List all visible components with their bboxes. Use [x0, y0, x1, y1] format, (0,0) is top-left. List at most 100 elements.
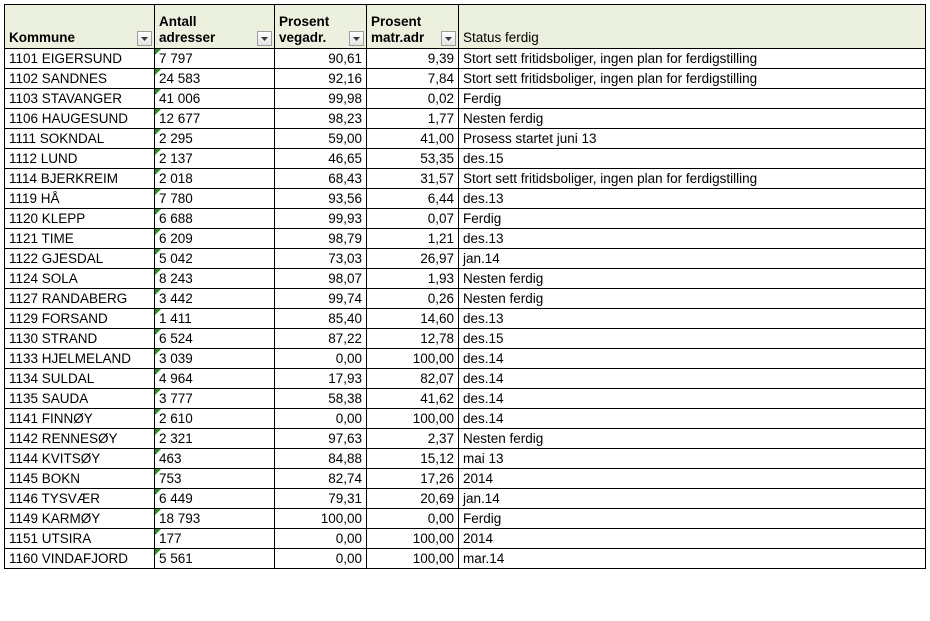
cell-matradr: 20,69 [367, 489, 459, 509]
cell-matradr: 31,57 [367, 169, 459, 189]
cell-kommune: 1144 KVITSØY [5, 449, 155, 469]
cell-kommune: 1121 TIME [5, 229, 155, 249]
cell-vegadr: 98,07 [275, 269, 367, 289]
cell-matradr: 0,02 [367, 89, 459, 109]
cell-vegadr: 58,38 [275, 389, 367, 409]
kommune-table: Kommune Antall adresser Prosent vegadr. … [4, 4, 926, 569]
cell-kommune: 1119 HÅ [5, 189, 155, 209]
cell-status: des.14 [459, 349, 926, 369]
cell-status: des.13 [459, 189, 926, 209]
cell-vegadr: 99,74 [275, 289, 367, 309]
cell-antall: 7 797 [155, 49, 275, 69]
table-row: 1134 SULDAL4 96417,9382,07des.14 [5, 369, 926, 389]
cell-antall: 3 039 [155, 349, 275, 369]
col-header-matradr: Prosent matr.adr [367, 5, 459, 49]
table-row: 1144 KVITSØY46384,8815,12 mai 13 [5, 449, 926, 469]
filter-button-antall[interactable] [257, 31, 272, 46]
cell-matradr: 82,07 [367, 369, 459, 389]
table-row: 1133 HJELMELAND3 0390,00100,00des.14 [5, 349, 926, 369]
table-row: 1101 EIGERSUND7 79790,619,39Stort sett f… [5, 49, 926, 69]
cell-kommune: 1122 GJESDAL [5, 249, 155, 269]
table-header-row: Kommune Antall adresser Prosent vegadr. … [5, 5, 926, 49]
cell-status: Stort sett fritidsboliger, ingen plan fo… [459, 49, 926, 69]
cell-status: des.13 [459, 229, 926, 249]
chevron-down-icon [141, 37, 148, 41]
cell-kommune: 1102 SANDNES [5, 69, 155, 89]
cell-kommune: 1149 KARMØY [5, 509, 155, 529]
cell-antall: 12 677 [155, 109, 275, 129]
cell-vegadr: 79,31 [275, 489, 367, 509]
cell-status: mai 13 [459, 449, 926, 469]
cell-vegadr: 73,03 [275, 249, 367, 269]
cell-antall: 2 321 [155, 429, 275, 449]
cell-vegadr: 97,63 [275, 429, 367, 449]
cell-antall: 6 688 [155, 209, 275, 229]
col-header-status: Status ferdig [459, 5, 926, 49]
cell-kommune: 1103 STAVANGER [5, 89, 155, 109]
cell-kommune: 1151 UTSIRA [5, 529, 155, 549]
col-header-label: Antall adresser [159, 14, 270, 46]
cell-antall: 8 243 [155, 269, 275, 289]
cell-vegadr: 17,93 [275, 369, 367, 389]
cell-matradr: 0,00 [367, 509, 459, 529]
cell-antall: 753 [155, 469, 275, 489]
cell-kommune: 1101 EIGERSUND [5, 49, 155, 69]
table-row: 1141 FINNØY2 6100,00100,00des.14 [5, 409, 926, 429]
cell-antall: 2 018 [155, 169, 275, 189]
cell-matradr: 6,44 [367, 189, 459, 209]
cell-status: des.14 [459, 369, 926, 389]
cell-antall: 463 [155, 449, 275, 469]
cell-matradr: 41,62 [367, 389, 459, 409]
cell-matradr: 1,77 [367, 109, 459, 129]
cell-antall: 3 777 [155, 389, 275, 409]
cell-antall: 2 137 [155, 149, 275, 169]
cell-matradr: 100,00 [367, 409, 459, 429]
col-header-kommune: Kommune [5, 5, 155, 49]
cell-antall: 177 [155, 529, 275, 549]
table-body: 1101 EIGERSUND7 79790,619,39Stort sett f… [5, 49, 926, 569]
cell-vegadr: 99,98 [275, 89, 367, 109]
cell-matradr: 41,00 [367, 129, 459, 149]
table-row: 1121 TIME6 20998,791,21des.13 [5, 229, 926, 249]
cell-kommune: 1134 SULDAL [5, 369, 155, 389]
cell-kommune: 1130 STRAND [5, 329, 155, 349]
cell-matradr: 0,26 [367, 289, 459, 309]
cell-kommune: 1129 FORSAND [5, 309, 155, 329]
cell-status: Ferdig [459, 89, 926, 109]
filter-button-kommune[interactable] [137, 31, 152, 46]
table-row: 1160 VINDAFJORD5 5610,00100,00mar.14 [5, 549, 926, 569]
cell-kommune: 1160 VINDAFJORD [5, 549, 155, 569]
cell-matradr: 2,37 [367, 429, 459, 449]
cell-status: mar.14 [459, 549, 926, 569]
cell-status: Ferdig [459, 509, 926, 529]
cell-vegadr: 92,16 [275, 69, 367, 89]
cell-matradr: 100,00 [367, 549, 459, 569]
cell-matradr: 9,39 [367, 49, 459, 69]
cell-vegadr: 93,56 [275, 189, 367, 209]
col-header-label: Kommune [9, 30, 93, 46]
table-row: 1146 TYSVÆR6 44979,3120,69jan.14 [5, 489, 926, 509]
filter-button-matradr[interactable] [441, 31, 456, 46]
table-row: 1102 SANDNES24 58392,167,84Stort sett fr… [5, 69, 926, 89]
cell-status: jan.14 [459, 489, 926, 509]
cell-antall: 7 780 [155, 189, 275, 209]
cell-vegadr: 0,00 [275, 349, 367, 369]
cell-status: jan.14 [459, 249, 926, 269]
cell-kommune: 1127 RANDABERG [5, 289, 155, 309]
cell-vegadr: 90,61 [275, 49, 367, 69]
cell-vegadr: 99,93 [275, 209, 367, 229]
cell-antall: 6 209 [155, 229, 275, 249]
cell-kommune: 1120 KLEPP [5, 209, 155, 229]
table-row: 1114 BJERKREIM2 01868,4331,57Stort sett … [5, 169, 926, 189]
cell-status: des.14 [459, 389, 926, 409]
cell-status: des.13 [459, 309, 926, 329]
filter-button-vegadr[interactable] [349, 31, 364, 46]
cell-antall: 24 583 [155, 69, 275, 89]
table-row: 1124 SOLA8 24398,071,93Nesten ferdig [5, 269, 926, 289]
cell-kommune: 1141 FINNØY [5, 409, 155, 429]
table-row: 1151 UTSIRA1770,00100,002014 [5, 529, 926, 549]
chevron-down-icon [261, 37, 268, 41]
cell-vegadr: 98,79 [275, 229, 367, 249]
cell-antall: 6 449 [155, 489, 275, 509]
cell-kommune: 1106 HAUGESUND [5, 109, 155, 129]
